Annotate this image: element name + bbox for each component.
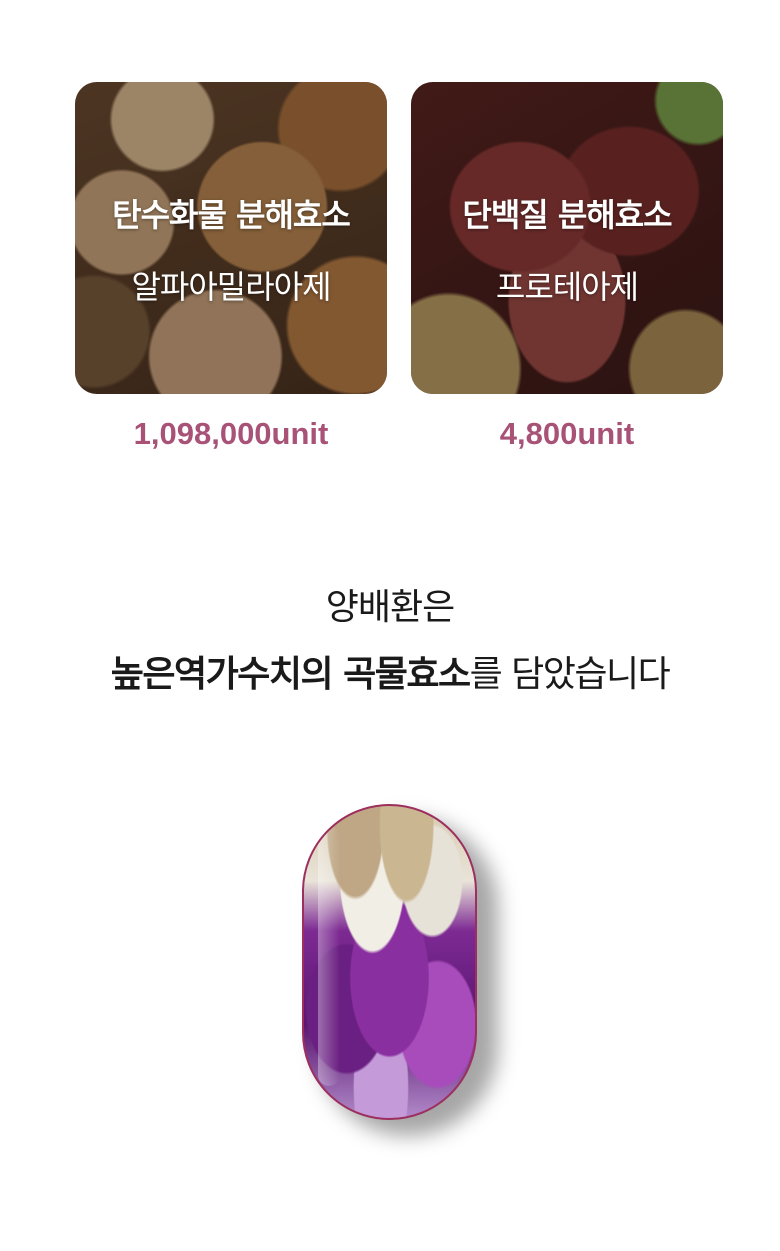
headline-line-2: 높은역가수치의 곡물효소를 담았습니다 bbox=[0, 645, 780, 697]
card-title: 탄수화물 분해효소 bbox=[112, 196, 351, 234]
protease-card: 단백질 분해효소 프로테아제 bbox=[411, 82, 723, 394]
card-subtitle: 프로테아제 bbox=[495, 268, 639, 306]
card-subtitle: 알파아밀라아제 bbox=[131, 268, 331, 306]
headline-rest: 를 담았습니다 bbox=[469, 654, 671, 695]
capsule-gloss bbox=[318, 826, 340, 1086]
headline-line-1: 양배환은 bbox=[325, 587, 455, 628]
amylase-unit-value: 1,098,000unit bbox=[133, 416, 329, 451]
amylase-card: 탄수화물 분해효소 알파아밀라아제 bbox=[75, 82, 387, 394]
protease-unit-value: 4,800unit bbox=[499, 416, 635, 451]
capsule-image bbox=[302, 804, 477, 1120]
card-title: 단백질 분해효소 bbox=[462, 196, 672, 234]
headline-emphasis: 높은역가수치의 곡물효소 bbox=[110, 654, 471, 695]
